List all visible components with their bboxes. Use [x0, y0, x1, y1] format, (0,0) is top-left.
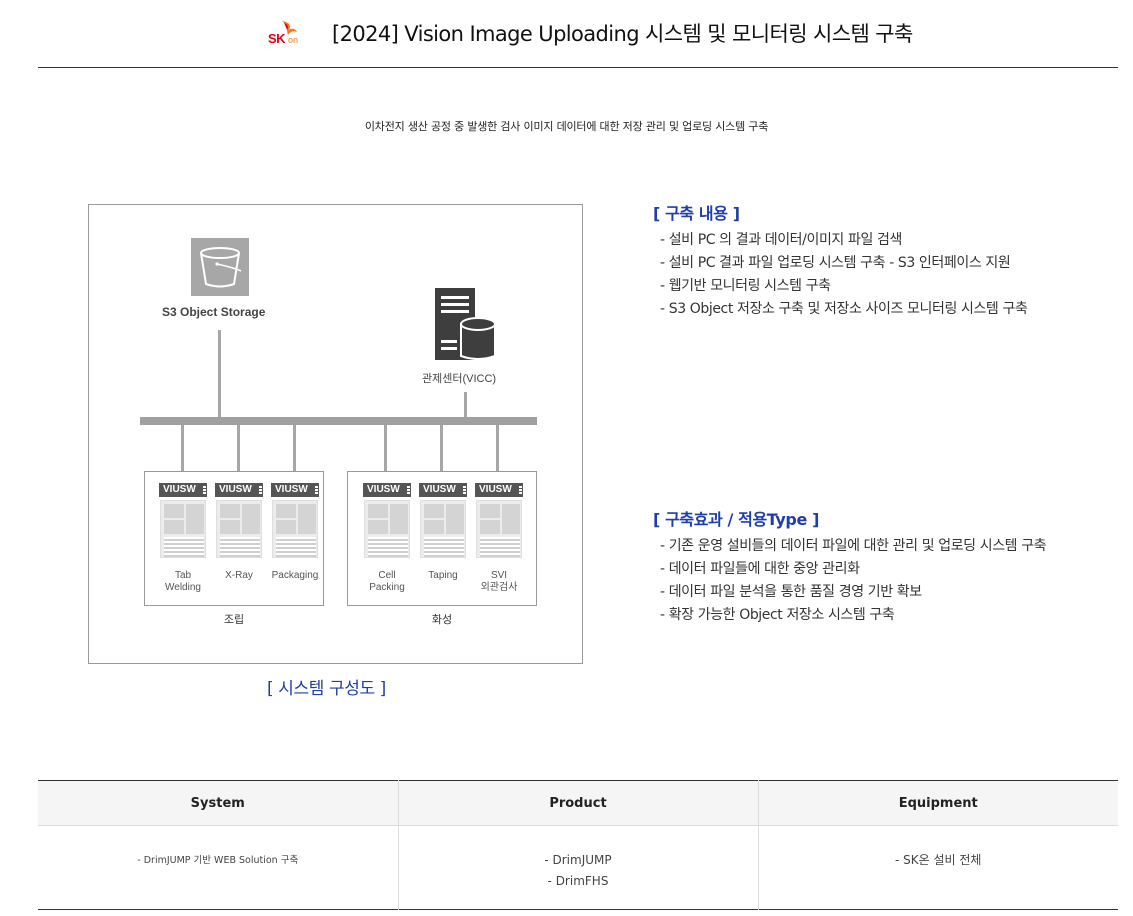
equipment-cabinet-icon — [160, 500, 206, 558]
formation-group: VIUSW Cell Packing VIUSW Taping VIUSW SV… — [347, 471, 537, 606]
list-item: - 설비 PC 의 결과 데이터/이미지 파일 검색 — [660, 232, 902, 248]
unit-tag: VIUSW — [271, 483, 319, 497]
unit-label: Tab Welding — [165, 570, 201, 593]
table-header-system: System — [38, 780, 398, 826]
system-diagram: S3 Object Storage 관제센터(VICC) VIUSW Tab W… — [88, 204, 583, 664]
page-title: [2024] Vision Image Uploading 시스템 및 모니터링… — [332, 22, 913, 46]
table-row: - DrimJUMP 기반 WEB Solution 구축 - DrimJUMP… — [38, 825, 1118, 910]
vicc-connector-line — [464, 392, 467, 418]
effects-section-title: [ 구축효과 / 적용Type ] — [653, 510, 820, 529]
assembly-group: VIUSW Tab Welding VIUSW X-Ray VIUSW Pack… — [144, 471, 324, 606]
logo-text: SK — [268, 31, 286, 46]
bucket-icon — [191, 238, 249, 296]
unit-tag: VIUSW — [475, 483, 523, 497]
equipment-unit: VIUSW — [271, 483, 319, 563]
equipment-unit: VIUSW — [215, 483, 263, 563]
list-item: - 확장 가능한 Object 저장소 시스템 구축 — [660, 607, 895, 623]
unit-label: Cell Packing — [369, 570, 405, 593]
equipment-cabinet-icon — [216, 500, 262, 558]
group-label: 화성 — [431, 613, 453, 626]
content-list: - 설비 PC 의 결과 데이터/이미지 파일 검색 - 설비 PC 결과 파일… — [660, 229, 1028, 321]
equipment-unit: VIUSW — [475, 483, 523, 563]
server-database-icon — [435, 288, 496, 360]
table-cell-system: - DrimJUMP 기반 WEB Solution 구축 — [137, 855, 299, 866]
unit-tag: VIUSW — [363, 483, 411, 497]
unit-label: X-Ray — [225, 570, 253, 581]
equipment-cabinet-icon — [364, 500, 410, 558]
unit-tag: VIUSW — [419, 483, 467, 497]
list-item: - 데이터 파일들에 대한 중앙 관리화 — [660, 561, 860, 577]
list-item: - 기존 운영 설비들의 데이터 파일에 대한 관리 및 업로딩 시스템 구축 — [660, 538, 1047, 554]
table-header-product: Product — [397, 780, 758, 826]
diagram-caption: [ 시스템 구성도 ] — [267, 679, 386, 699]
equipment-cabinet-icon — [272, 500, 318, 558]
network-bus-line — [140, 417, 537, 425]
equipment-unit: VIUSW — [419, 483, 467, 563]
logo-sub: on — [288, 35, 299, 45]
group-label: 조립 — [223, 613, 245, 626]
table-header-equipment: Equipment — [757, 780, 1118, 826]
list-item: - 설비 PC 결과 파일 업로딩 시스템 구축 - S3 인터페이스 지원 — [660, 255, 1011, 271]
unit-label: Packaging — [271, 570, 319, 581]
equipment-unit: VIUSW — [159, 483, 207, 563]
equipment-unit: VIUSW — [363, 483, 411, 563]
unit-tag: VIUSW — [159, 483, 207, 497]
equipment-cabinet-icon — [420, 500, 466, 558]
list-item: - S3 Object 저장소 구축 및 저장소 사이즈 모니터링 시스템 구축 — [660, 301, 1028, 317]
unit-label: SVI 외관검사 — [480, 570, 518, 593]
table-cell-equipment: - SK온 설비 전체 — [757, 825, 1118, 910]
list-item: - 웹기반 모니터링 시스템 구축 — [660, 278, 831, 294]
spec-table: System Product Equipment - DrimJUMP 기반 W… — [38, 780, 1118, 910]
unit-label: Taping — [428, 570, 458, 581]
page-header: SK on [2024] Vision Image Uploading 시스템 … — [38, 0, 1118, 68]
effects-list: - 기존 운영 설비들의 데이터 파일에 대한 관리 및 업로딩 시스템 구축 … — [660, 535, 1047, 627]
content-section-title: [ 구축 내용 ] — [653, 204, 740, 223]
unit-tag: VIUSW — [215, 483, 263, 497]
control-center-label: 관제센터(VICC) — [422, 373, 497, 385]
page-subtitle: 이차전지 생산 공정 중 발생한 검사 이미지 데이터에 대한 저장 관리 및 … — [364, 120, 769, 133]
equipment-cabinet-icon — [476, 500, 522, 558]
storage-label: S3 Object Storage — [162, 305, 266, 319]
storage-connector-line — [218, 330, 221, 418]
list-item: - 데이터 파일 분석을 통한 품질 경영 기반 확보 — [660, 584, 922, 600]
sk-on-logo: SK on — [268, 20, 306, 46]
table-cell-product: - DrimJUMP - DrimFHS — [397, 825, 758, 910]
